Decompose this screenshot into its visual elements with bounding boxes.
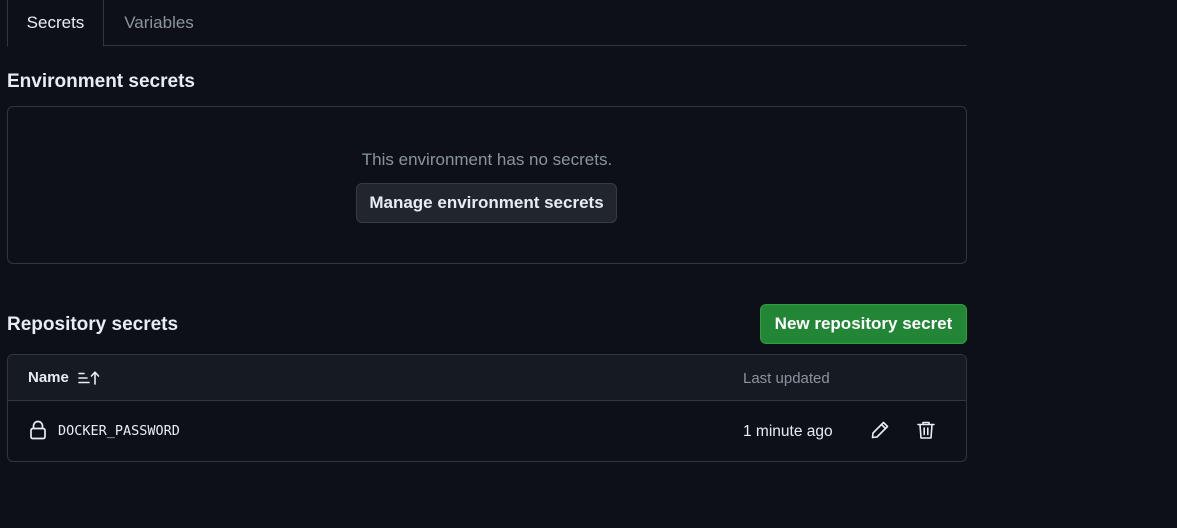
pencil-icon[interactable] (870, 420, 890, 445)
secret-last-updated: 1 minute ago (743, 423, 833, 440)
environment-secrets-panel: This environment has no secrets. Manage … (7, 106, 967, 264)
empty-state-message: This environment has no secrets. (361, 150, 613, 169)
sort-ascending-icon[interactable] (78, 370, 100, 386)
repository-secrets-heading: Repository secrets (7, 314, 179, 335)
secrets-page: Secrets Variables Environment secrets Th… (0, 0, 1177, 528)
tab-bar: Secrets Variables (7, 0, 967, 47)
trash-icon[interactable] (916, 420, 936, 445)
table-header: Name Last updated (8, 355, 966, 401)
tab-variables[interactable]: Variables (104, 0, 214, 46)
name-column-label: Name (28, 369, 69, 386)
manage-environment-secrets-button[interactable]: Manage environment secrets (356, 183, 617, 223)
secret-name: DOCKER_PASSWORD (58, 423, 180, 439)
new-repository-secret-button[interactable]: New repository secret (760, 304, 967, 344)
lock-icon (29, 420, 47, 445)
tab-secrets[interactable]: Secrets (7, 0, 104, 47)
name-column-header[interactable]: Name (28, 369, 100, 386)
table-row: DOCKER_PASSWORD 1 minute ago (8, 401, 966, 461)
last-updated-column-header: Last updated (743, 370, 830, 387)
repository-secrets-table: Name Last updated DOCKER_PASSWORD 1 minu… (7, 354, 967, 462)
environment-secrets-heading: Environment secrets (7, 71, 195, 92)
